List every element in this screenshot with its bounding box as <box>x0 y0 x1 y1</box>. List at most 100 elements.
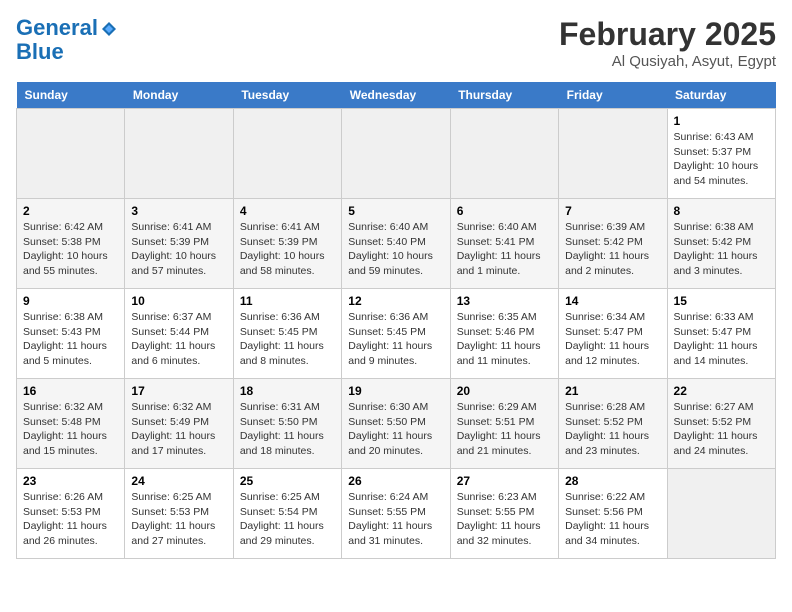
calendar-cell: 4 Sunrise: 6:41 AM Sunset: 5:39 PM Daylig… <box>233 199 341 289</box>
day-info: Sunrise: 6:27 AM Sunset: 5:52 PM Dayligh… <box>674 400 769 459</box>
calendar-cell: 26 Sunrise: 6:24 AM Sunset: 5:55 PM Dayli… <box>342 469 450 559</box>
day-number: 24 <box>131 474 226 488</box>
calendar-cell: 13 Sunrise: 6:35 AM Sunset: 5:46 PM Dayli… <box>450 289 558 379</box>
calendar-cell: 20 Sunrise: 6:29 AM Sunset: 5:51 PM Dayli… <box>450 379 558 469</box>
col-header-friday: Friday <box>559 82 667 109</box>
day-info: Sunrise: 6:24 AM Sunset: 5:55 PM Dayligh… <box>348 490 443 549</box>
day-info: Sunrise: 6:40 AM Sunset: 5:40 PM Dayligh… <box>348 220 443 279</box>
calendar-cell: 21Sunrise: 6:28 AM Sunset: 5:52 PM Dayli… <box>559 379 667 469</box>
day-number: 12 <box>348 294 443 308</box>
day-info: Sunrise: 6:31 AM Sunset: 5:50 PM Dayligh… <box>240 400 335 459</box>
calendar-cell <box>342 109 450 199</box>
calendar-table: SundayMondayTuesdayWednesdayThursdayFrid… <box>16 82 776 559</box>
logo: General Blue <box>16 16 118 64</box>
logo-general: General <box>16 15 98 40</box>
calendar-cell <box>559 109 667 199</box>
calendar-cell: 15 Sunrise: 6:33 AM Sunset: 5:47 PM Dayli… <box>667 289 775 379</box>
page-title: February 2025 <box>559 16 776 53</box>
logo-blue: Blue <box>16 40 118 64</box>
day-info: Sunrise: 6:29 AM Sunset: 5:51 PM Dayligh… <box>457 400 552 459</box>
day-info: Sunrise: 6:41 AM Sunset: 5:39 PM Dayligh… <box>240 220 335 279</box>
calendar-cell: 2 Sunrise: 6:42 AM Sunset: 5:38 PM Daylig… <box>17 199 125 289</box>
day-number: 23 <box>23 474 118 488</box>
day-info: Sunrise: 6:35 AM Sunset: 5:46 PM Dayligh… <box>457 310 552 369</box>
day-info: Sunrise: 6:38 AM Sunset: 5:42 PM Dayligh… <box>674 220 769 279</box>
day-info: Sunrise: 6:32 AM Sunset: 5:49 PM Dayligh… <box>131 400 226 459</box>
day-number: 27 <box>457 474 552 488</box>
calendar-week-row: 16Sunrise: 6:32 AM Sunset: 5:48 PM Dayli… <box>17 379 776 469</box>
calendar-cell: 28 Sunrise: 6:22 AM Sunset: 5:56 PM Dayli… <box>559 469 667 559</box>
day-info: Sunrise: 6:40 AM Sunset: 5:41 PM Dayligh… <box>457 220 552 279</box>
day-number: 15 <box>674 294 769 308</box>
day-info: Sunrise: 6:26 AM Sunset: 5:53 PM Dayligh… <box>23 490 118 549</box>
day-number: 1 <box>674 114 769 128</box>
calendar-cell: 11 Sunrise: 6:36 AM Sunset: 5:45 PM Dayli… <box>233 289 341 379</box>
day-number: 4 <box>240 204 335 218</box>
calendar-cell: 19Sunrise: 6:30 AM Sunset: 5:50 PM Dayli… <box>342 379 450 469</box>
calendar-cell: 27Sunrise: 6:23 AM Sunset: 5:55 PM Dayli… <box>450 469 558 559</box>
calendar-cell: 12 Sunrise: 6:36 AM Sunset: 5:45 PM Dayli… <box>342 289 450 379</box>
day-number: 13 <box>457 294 552 308</box>
day-info: Sunrise: 6:33 AM Sunset: 5:47 PM Dayligh… <box>674 310 769 369</box>
calendar-cell: 22 Sunrise: 6:27 AM Sunset: 5:52 PM Dayli… <box>667 379 775 469</box>
calendar-cell: 17 Sunrise: 6:32 AM Sunset: 5:49 PM Dayli… <box>125 379 233 469</box>
day-number: 26 <box>348 474 443 488</box>
logo-icon <box>100 20 118 38</box>
day-number: 10 <box>131 294 226 308</box>
calendar-week-row: 9 Sunrise: 6:38 AM Sunset: 5:43 PM Daylig… <box>17 289 776 379</box>
calendar-cell: 7 Sunrise: 6:39 AM Sunset: 5:42 PM Daylig… <box>559 199 667 289</box>
day-number: 3 <box>131 204 226 218</box>
calendar-cell <box>17 109 125 199</box>
calendar-header-row: SundayMondayTuesdayWednesdayThursdayFrid… <box>17 82 776 109</box>
day-info: Sunrise: 6:41 AM Sunset: 5:39 PM Dayligh… <box>131 220 226 279</box>
day-info: Sunrise: 6:42 AM Sunset: 5:38 PM Dayligh… <box>23 220 118 279</box>
calendar-week-row: 2 Sunrise: 6:42 AM Sunset: 5:38 PM Daylig… <box>17 199 776 289</box>
day-info: Sunrise: 6:25 AM Sunset: 5:53 PM Dayligh… <box>131 490 226 549</box>
day-number: 5 <box>348 204 443 218</box>
page-subtitle: Al Qusiyah, Asyut, Egypt <box>559 53 776 70</box>
day-info: Sunrise: 6:43 AM Sunset: 5:37 PM Dayligh… <box>674 130 769 189</box>
calendar-cell: 14Sunrise: 6:34 AM Sunset: 5:47 PM Dayli… <box>559 289 667 379</box>
day-number: 2 <box>23 204 118 218</box>
calendar-cell: 8 Sunrise: 6:38 AM Sunset: 5:42 PM Daylig… <box>667 199 775 289</box>
calendar-cell: 25Sunrise: 6:25 AM Sunset: 5:54 PM Dayli… <box>233 469 341 559</box>
day-number: 6 <box>457 204 552 218</box>
day-number: 18 <box>240 384 335 398</box>
col-header-thursday: Thursday <box>450 82 558 109</box>
day-info: Sunrise: 6:36 AM Sunset: 5:45 PM Dayligh… <box>240 310 335 369</box>
day-info: Sunrise: 6:38 AM Sunset: 5:43 PM Dayligh… <box>23 310 118 369</box>
day-number: 25 <box>240 474 335 488</box>
day-number: 9 <box>23 294 118 308</box>
calendar-cell: 18 Sunrise: 6:31 AM Sunset: 5:50 PM Dayli… <box>233 379 341 469</box>
day-number: 28 <box>565 474 660 488</box>
col-header-tuesday: Tuesday <box>233 82 341 109</box>
calendar-cell <box>667 469 775 559</box>
col-header-wednesday: Wednesday <box>342 82 450 109</box>
page-header: General Blue February 2025 Al Qusiyah, A… <box>16 16 776 70</box>
day-info: Sunrise: 6:37 AM Sunset: 5:44 PM Dayligh… <box>131 310 226 369</box>
calendar-cell: 5 Sunrise: 6:40 AM Sunset: 5:40 PM Daylig… <box>342 199 450 289</box>
day-info: Sunrise: 6:22 AM Sunset: 5:56 PM Dayligh… <box>565 490 660 549</box>
day-number: 8 <box>674 204 769 218</box>
day-info: Sunrise: 6:32 AM Sunset: 5:48 PM Dayligh… <box>23 400 118 459</box>
day-number: 19 <box>348 384 443 398</box>
calendar-cell <box>450 109 558 199</box>
calendar-cell: 6 Sunrise: 6:40 AM Sunset: 5:41 PM Daylig… <box>450 199 558 289</box>
calendar-cell: 23 Sunrise: 6:26 AM Sunset: 5:53 PM Dayli… <box>17 469 125 559</box>
calendar-cell: 3 Sunrise: 6:41 AM Sunset: 5:39 PM Daylig… <box>125 199 233 289</box>
day-number: 11 <box>240 294 335 308</box>
day-number: 20 <box>457 384 552 398</box>
calendar-cell: 10 Sunrise: 6:37 AM Sunset: 5:44 PM Dayli… <box>125 289 233 379</box>
day-number: 22 <box>674 384 769 398</box>
title-block: February 2025 Al Qusiyah, Asyut, Egypt <box>559 16 776 70</box>
calendar-cell <box>125 109 233 199</box>
col-header-monday: Monday <box>125 82 233 109</box>
day-number: 7 <box>565 204 660 218</box>
calendar-week-row: 23 Sunrise: 6:26 AM Sunset: 5:53 PM Dayli… <box>17 469 776 559</box>
calendar-cell: 24 Sunrise: 6:25 AM Sunset: 5:53 PM Dayli… <box>125 469 233 559</box>
col-header-sunday: Sunday <box>17 82 125 109</box>
day-info: Sunrise: 6:39 AM Sunset: 5:42 PM Dayligh… <box>565 220 660 279</box>
day-info: Sunrise: 6:36 AM Sunset: 5:45 PM Dayligh… <box>348 310 443 369</box>
day-number: 17 <box>131 384 226 398</box>
day-number: 14 <box>565 294 660 308</box>
